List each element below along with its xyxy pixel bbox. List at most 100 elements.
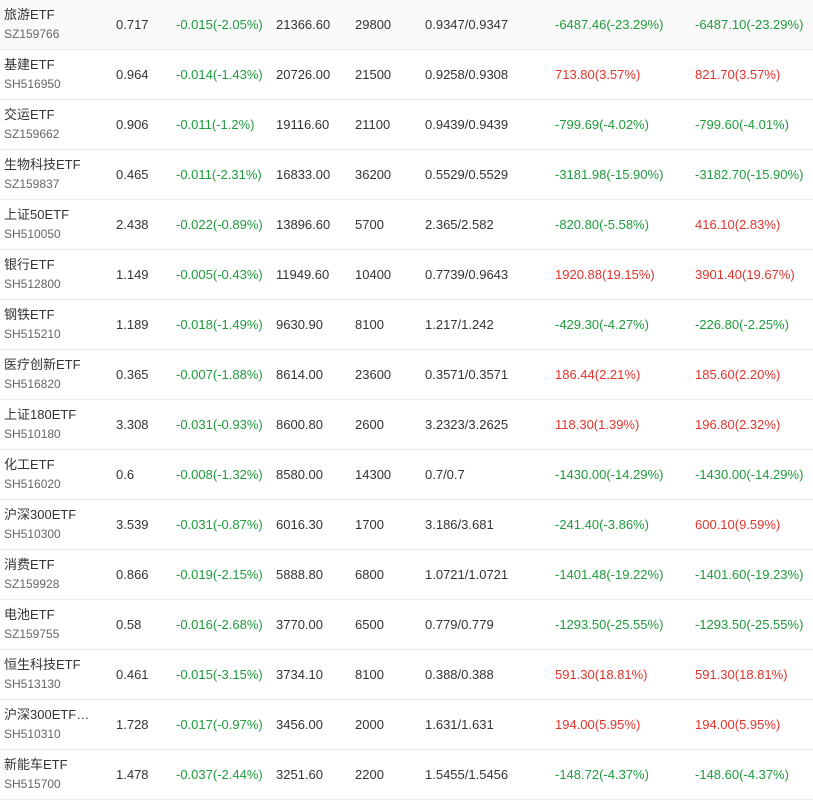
price-change: -0.031(-0.87%) — [176, 517, 263, 532]
fund-name[interactable]: 银行ETF — [4, 256, 96, 274]
fund-name-cell[interactable]: 沪深300ETF SH510300 — [4, 506, 104, 543]
cost-price: 0.9439/0.9439 — [425, 117, 509, 132]
current-price: 0.717 — [116, 17, 149, 32]
fund-code: SH515210 — [4, 327, 61, 341]
fund-name-cell[interactable]: 上证50ETF SH510050 — [4, 206, 104, 243]
profit-loss-1: 713.80(3.57%) — [555, 67, 641, 82]
fund-name-cell[interactable]: 恒生科技ETF SH513130 — [4, 656, 104, 693]
profit-loss-1: 186.44(2.21%) — [555, 367, 641, 382]
fund-name[interactable]: 医疗创新ETF — [4, 356, 96, 374]
price-change: -0.015(-3.15%) — [176, 667, 263, 682]
table-row[interactable]: 消费ETF SZ159928 0.866 -0.019(-2.15%) 5888… — [0, 550, 813, 600]
holding-volume: 2000 — [355, 717, 384, 732]
fund-name-cell[interactable]: 交运ETF SZ159662 — [4, 106, 104, 143]
fund-name[interactable]: 沪深300ETF — [4, 506, 96, 524]
profit-loss-1: -1430.00(-14.29%) — [555, 467, 664, 482]
table-row[interactable]: 医疗创新ETF SH516820 0.365 -0.007(-1.88%) 86… — [0, 350, 813, 400]
profit-loss-2: -148.60(-4.37%) — [695, 767, 789, 782]
market-value: 9630.90 — [276, 317, 323, 332]
profit-loss-2: 194.00(5.95%) — [695, 717, 781, 732]
table-row[interactable]: 银行ETF SH512800 1.149 -0.005(-0.43%) 1194… — [0, 250, 813, 300]
fund-name[interactable]: 恒生科技ETF — [4, 656, 96, 674]
fund-name[interactable]: 生物科技ETF — [4, 156, 96, 174]
fund-name-cell[interactable]: 沪深300ETF… SH510310 — [4, 706, 104, 743]
profit-loss-1: -1401.48(-19.22%) — [555, 567, 664, 582]
profit-loss-1: -241.40(-3.86%) — [555, 517, 649, 532]
cost-price: 0.5529/0.5529 — [425, 167, 509, 182]
cost-price: 1.631/1.631 — [425, 717, 494, 732]
holding-volume: 2200 — [355, 767, 384, 782]
table-row[interactable]: 新能车ETF SH515700 1.478 -0.037(-2.44%) 325… — [0, 750, 813, 800]
fund-name-cell[interactable]: 基建ETF SH516950 — [4, 56, 104, 93]
profit-loss-1: 118.30(1.39%) — [555, 417, 640, 432]
fund-name[interactable]: 上证50ETF — [4, 206, 96, 224]
fund-name[interactable]: 化工ETF — [4, 456, 96, 474]
table-row[interactable]: 化工ETF SH516020 0.6 -0.008(-1.32%) 8580.0… — [0, 450, 813, 500]
etf-holdings-table: 旅游ETF SZ159766 0.717 -0.015(-2.05%) 2136… — [0, 0, 813, 800]
fund-name[interactable]: 新能车ETF — [4, 756, 96, 774]
price-change: -0.018(-1.49%) — [176, 317, 263, 332]
current-price: 0.6 — [116, 467, 135, 482]
fund-code: SZ159662 — [4, 127, 60, 141]
table-row[interactable]: 生物科技ETF SZ159837 0.465 -0.011(-2.31%) 16… — [0, 150, 813, 200]
fund-name-cell[interactable]: 电池ETF SZ159755 — [4, 606, 104, 643]
table-row[interactable]: 上证180ETF SH510180 3.308 -0.031(-0.93%) 8… — [0, 400, 813, 450]
profit-loss-1: -3181.98(-15.90%) — [555, 167, 664, 182]
fund-name[interactable]: 基建ETF — [4, 56, 96, 74]
fund-name-cell[interactable]: 化工ETF SH516020 — [4, 456, 104, 493]
fund-name[interactable]: 上证180ETF — [4, 406, 96, 424]
price-change: -0.014(-1.43%) — [176, 67, 263, 82]
price-change: -0.017(-0.97%) — [176, 717, 263, 732]
fund-code: SZ159837 — [4, 177, 60, 191]
cost-price: 0.9258/0.9308 — [425, 67, 509, 82]
current-price: 1.149 — [116, 267, 149, 282]
market-value: 21366.60 — [276, 17, 331, 32]
cost-price: 1.217/1.242 — [425, 317, 494, 332]
current-price: 0.964 — [116, 67, 149, 82]
holding-volume: 23600 — [355, 367, 392, 382]
table-row[interactable]: 交运ETF SZ159662 0.906 -0.011(-1.2%) 19116… — [0, 100, 813, 150]
market-value: 5888.80 — [276, 567, 323, 582]
fund-name[interactable]: 钢铁ETF — [4, 306, 96, 324]
table-row[interactable]: 沪深300ETF SH510300 3.539 -0.031(-0.87%) 6… — [0, 500, 813, 550]
table-row[interactable]: 旅游ETF SZ159766 0.717 -0.015(-2.05%) 2136… — [0, 0, 813, 50]
price-change: -0.031(-0.93%) — [176, 417, 263, 432]
fund-name[interactable]: 沪深300ETF… — [4, 706, 96, 724]
current-price: 0.58 — [116, 617, 142, 632]
holding-volume: 2600 — [355, 417, 384, 432]
fund-code: SH510310 — [4, 727, 61, 741]
profit-loss-2: 3901.40(19.67%) — [695, 267, 795, 282]
table-row[interactable]: 钢铁ETF SH515210 1.189 -0.018(-1.49%) 9630… — [0, 300, 813, 350]
fund-name-cell[interactable]: 消费ETF SZ159928 — [4, 556, 104, 593]
table-row[interactable]: 上证50ETF SH510050 2.438 -0.022(-0.89%) 13… — [0, 200, 813, 250]
market-value: 8614.00 — [276, 367, 323, 382]
cost-price: 0.9347/0.9347 — [425, 17, 509, 32]
price-change: -0.015(-2.05%) — [176, 17, 263, 32]
table-row[interactable]: 电池ETF SZ159755 0.58 -0.016(-2.68%) 3770.… — [0, 600, 813, 650]
table-row[interactable]: 基建ETF SH516950 0.964 -0.014(-1.43%) 2072… — [0, 50, 813, 100]
fund-name-cell[interactable]: 新能车ETF SH515700 — [4, 756, 104, 793]
profit-loss-2: -799.60(-4.01%) — [695, 117, 789, 132]
fund-code: SH516020 — [4, 477, 61, 491]
holding-volume: 6500 — [355, 617, 384, 632]
fund-code: SZ159755 — [4, 627, 60, 641]
table-row[interactable]: 沪深300ETF… SH510310 1.728 -0.017(-0.97%) … — [0, 700, 813, 750]
fund-name[interactable]: 消费ETF — [4, 556, 96, 574]
fund-name-cell[interactable]: 钢铁ETF SH515210 — [4, 306, 104, 343]
table-row[interactable]: 恒生科技ETF SH513130 0.461 -0.015(-3.15%) 37… — [0, 650, 813, 700]
profit-loss-2: 416.10(2.83%) — [695, 217, 781, 232]
fund-name-cell[interactable]: 银行ETF SH512800 — [4, 256, 104, 293]
fund-name-cell[interactable]: 旅游ETF SZ159766 — [4, 6, 104, 43]
cost-price: 0.3571/0.3571 — [425, 367, 509, 382]
fund-name-cell[interactable]: 医疗创新ETF SH516820 — [4, 356, 104, 393]
fund-name[interactable]: 交运ETF — [4, 106, 96, 124]
fund-name[interactable]: 电池ETF — [4, 606, 96, 624]
fund-name[interactable]: 旅游ETF — [4, 6, 96, 24]
current-price: 1.189 — [116, 317, 149, 332]
profit-loss-1: -6487.46(-23.29%) — [555, 17, 664, 32]
cost-price: 0.7/0.7 — [425, 467, 465, 482]
holding-volume: 14300 — [355, 467, 392, 482]
fund-code: SZ159766 — [4, 27, 60, 41]
fund-name-cell[interactable]: 上证180ETF SH510180 — [4, 406, 104, 443]
fund-name-cell[interactable]: 生物科技ETF SZ159837 — [4, 156, 104, 193]
